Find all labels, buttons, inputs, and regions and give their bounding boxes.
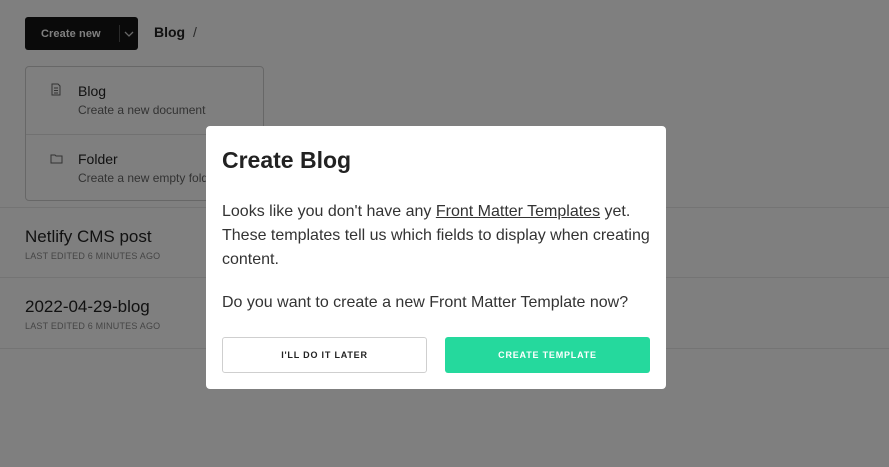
dialog-body-prefix: Looks like you don't have any [222,203,436,220]
page: Create new Blog / Blog Create a new docu… [0,0,889,467]
dialog-question: Do you want to create a new Front Matter… [222,294,629,311]
create-template-button[interactable]: CREATE TEMPLATE [445,337,650,373]
dialog-title: Create Blog [222,147,352,173]
do-it-later-button[interactable]: I'LL DO IT LATER [222,337,427,373]
dialog-body: Looks like you don't have any Front Matt… [222,200,652,272]
create-blog-dialog: Create Blog Looks like you don't have an… [206,126,666,389]
front-matter-templates-link[interactable]: Front Matter Templates [436,203,600,220]
